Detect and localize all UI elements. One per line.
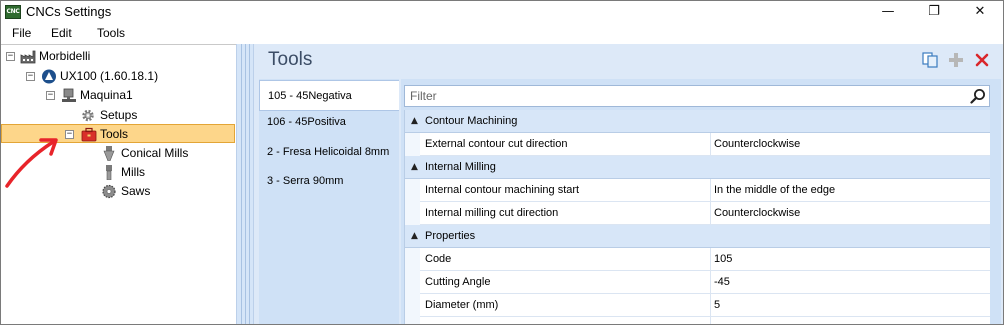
property-row[interactable]: Diameter (mm) 5: [405, 294, 990, 317]
gear-icon: [80, 108, 96, 123]
category-label: Properties: [425, 230, 476, 242]
tree-item-tools[interactable]: − Tools: [61, 125, 231, 144]
property-name: External contour cut direction: [425, 138, 568, 150]
property-value[interactable]: 5: [714, 294, 720, 316]
close-window-button[interactable]: ✕: [957, 1, 1003, 23]
cnc-app-icon: CNC: [5, 5, 21, 19]
property-name: Internal contour machining start: [425, 184, 580, 196]
category-label: Contour Machining: [425, 115, 518, 127]
menu-tools[interactable]: Tools: [97, 26, 125, 40]
collapse-icon[interactable]: −: [6, 52, 15, 61]
property-row[interactable]: External contour cut direction Countercl…: [405, 133, 990, 156]
machine-tree: − Morbidelli − UX100 (1.60.18.1) − Maqui…: [1, 44, 236, 324]
property-name: Cutting Angle: [425, 276, 491, 288]
tree-label: Mills: [121, 165, 145, 179]
property-value[interactable]: Counterclockwise: [714, 133, 800, 155]
property-grid-area: ▲ Contour Machining External contour cut…: [401, 79, 1001, 324]
filter-input[interactable]: [405, 86, 965, 106]
property-name: Code: [425, 253, 452, 265]
property-row[interactable]: Cutting Angle -45: [405, 271, 990, 294]
collapse-icon[interactable]: −: [26, 72, 35, 81]
property-row-partial[interactable]: [405, 317, 990, 324]
search-icon[interactable]: [970, 88, 986, 104]
tree-label: Maquina1: [80, 88, 133, 102]
panel-title: Tools: [268, 49, 313, 70]
collapse-category-icon[interactable]: ▲: [411, 156, 418, 178]
panel-splitter[interactable]: [236, 44, 254, 324]
property-value[interactable]: Counterclockwise: [714, 202, 800, 224]
property-value[interactable]: -45: [714, 271, 730, 293]
tree-label: Saws: [121, 184, 151, 198]
tree-label: Morbidelli: [39, 49, 91, 63]
filter-box: [404, 85, 990, 107]
property-name: Internal milling cut direction: [425, 207, 559, 219]
mill-icon: [101, 165, 117, 181]
machine-icon: [61, 88, 77, 103]
tree-label: Conical Mills: [121, 146, 189, 160]
tool-list-item[interactable]: 3 - Serra 90mm: [259, 166, 399, 197]
tree-label: Tools: [100, 127, 129, 141]
property-value[interactable]: In the middle of the edge: [714, 179, 835, 201]
property-grid: ▲ Contour Machining External contour cut…: [404, 110, 990, 324]
window-title: CNCs Settings: [26, 4, 112, 19]
tool-list-item[interactable]: 106 - 45Positiva: [259, 107, 399, 138]
panel-header: Tools: [254, 44, 1003, 76]
tree-item-morbidelli[interactable]: − Morbidelli: [1, 47, 231, 66]
category-row[interactable]: ▲ Properties: [405, 225, 990, 248]
tree-item-maquina1[interactable]: − Maquina1: [41, 86, 231, 105]
delete-icon[interactable]: [974, 52, 990, 68]
property-row[interactable]: Code 105: [405, 248, 990, 271]
collapse-category-icon[interactable]: ▲: [411, 225, 418, 247]
menu-edit[interactable]: Edit: [51, 26, 72, 40]
collapse-icon[interactable]: −: [46, 91, 55, 100]
category-label: Internal Milling: [425, 161, 496, 173]
property-row[interactable]: Internal milling cut direction Countercl…: [405, 202, 990, 225]
factory-icon: [20, 49, 36, 64]
red-annotation-arrow-icon: [5, 138, 58, 188]
title-bar: CNC CNCs Settings — ❐ ✕: [1, 1, 1003, 23]
tree-label: UX100 (1.60.18.1): [60, 69, 159, 83]
property-value[interactable]: 105: [714, 248, 732, 270]
property-row[interactable]: Internal contour machining start In the …: [405, 179, 990, 202]
machine-logo-icon: [41, 69, 57, 84]
category-row[interactable]: ▲ Contour Machining: [405, 110, 990, 133]
tree-label: Setups: [100, 108, 138, 122]
tree-item-ux100[interactable]: − UX100 (1.60.18.1): [21, 67, 231, 86]
add-icon[interactable]: [948, 52, 964, 68]
tree-item-conical-mills[interactable]: Conical Mills: [101, 144, 231, 163]
minimize-button[interactable]: —: [865, 1, 911, 23]
cnc-settings-window: CNC CNCs Settings — ❐ ✕ File Edit Tools …: [0, 0, 1004, 325]
property-name: Diameter (mm): [425, 299, 499, 311]
maximize-button[interactable]: ❐: [911, 1, 957, 23]
tool-list-item[interactable]: 2 - Fresa Helicoidal 8mm: [259, 137, 399, 168]
menu-bar: File Edit Tools: [1, 23, 1003, 44]
menu-file[interactable]: File: [12, 26, 31, 40]
collapse-category-icon[interactable]: ▲: [411, 110, 418, 132]
tools-panel: Tools 105 - 45Negativa 106 - 45Positiva …: [254, 44, 1003, 324]
tree-item-setups[interactable]: Setups: [79, 106, 229, 125]
toolbox-icon: [81, 127, 97, 142]
copy-icon[interactable]: [922, 52, 938, 68]
category-row[interactable]: ▲ Internal Milling: [405, 156, 990, 179]
tree-item-mills[interactable]: Mills: [101, 163, 231, 182]
tool-list: 105 - 45Negativa 106 - 45Positiva 2 - Fr…: [259, 79, 399, 324]
conical-mill-icon: [101, 146, 117, 162]
saw-blade-icon: [101, 184, 117, 199]
tree-item-saws[interactable]: Saws: [101, 182, 231, 201]
